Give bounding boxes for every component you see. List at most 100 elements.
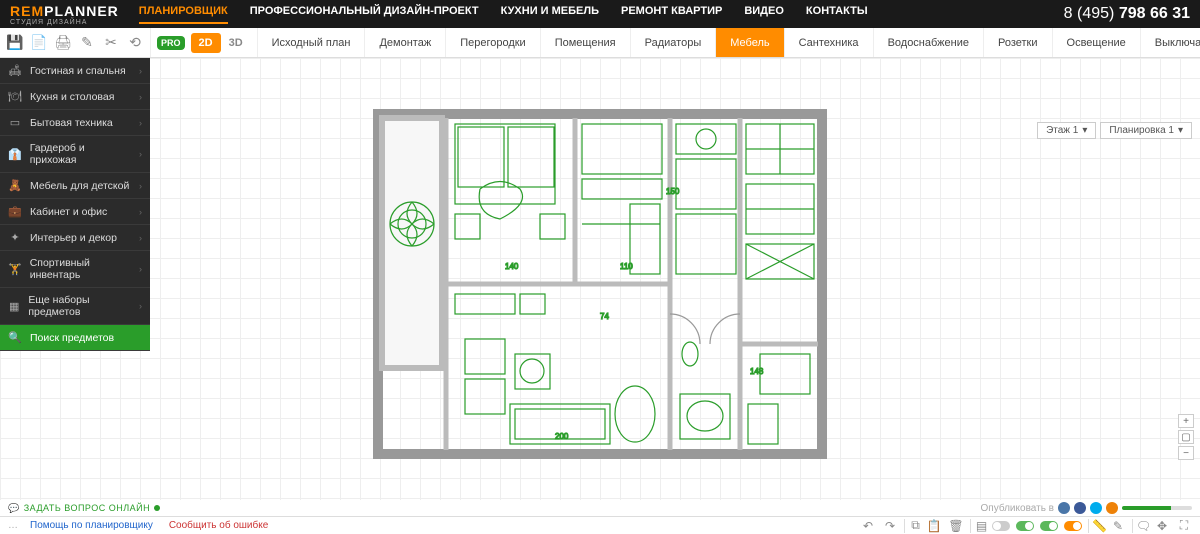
sidebar-item-sport[interactable]: 🏋 Спортивный инвентарь › [0, 251, 150, 288]
chevron-right-icon: › [139, 149, 142, 159]
chevron-down-icon: ▾ [1178, 125, 1183, 136]
sidebar-item-wardrobe[interactable]: 👔Гардероб и прихожая› [0, 136, 150, 173]
zoom-controls: + ▢ − [1178, 414, 1194, 460]
footer-tools: ↶ ↷ ⧉ 📋 🗑 ▤ 📏 ✎ 🗨 ✥ ⛶ [860, 519, 1192, 533]
save-icon[interactable]: 💾 [6, 34, 24, 52]
tab-furniture[interactable]: Мебель [716, 28, 784, 57]
tab-partitions[interactable]: Перегородки [446, 28, 541, 57]
svg-text:148: 148 [750, 367, 764, 376]
pencil-icon[interactable]: ✎ [1110, 519, 1126, 533]
sidebar-item-living[interactable]: 🛋 Гостиная и спальня › [0, 58, 150, 84]
canvas[interactable]: Этаж 1▾ Планировка 1▾ [0, 58, 1200, 500]
view-2d-button[interactable]: 2D [191, 33, 221, 53]
tab-switches[interactable]: Выключатели [1141, 28, 1200, 57]
main-menu: ПЛАНИРОВЩИК ПРОФЕССИОНАЛЬНЫЙ ДИЗАЙН-ПРОЕ… [139, 5, 868, 24]
move-icon[interactable]: ✥ [1154, 519, 1170, 533]
toggle-a[interactable] [992, 521, 1010, 531]
delete-icon[interactable]: 🗑 [948, 519, 964, 533]
top-nav: REMPLANNER СТУДИЯ ДИЗАЙНА ПЛАНИРОВЩИК ПР… [0, 0, 1200, 28]
nav-repair[interactable]: РЕМОНТ КВАРТИР [621, 5, 722, 24]
tool-c-icon[interactable]: ⟲ [126, 34, 144, 52]
note-icon[interactable]: 🗨 [1132, 519, 1148, 533]
online-dot-icon [154, 505, 160, 511]
sidebar-item-kitchen[interactable]: 🍽Кухня и столовая› [0, 84, 150, 110]
chevron-right-icon: › [139, 207, 142, 217]
grid-icon: ▦ [8, 300, 20, 313]
tool-b-icon[interactable]: ✂ [102, 34, 120, 52]
tab-lighting[interactable]: Освещение [1053, 28, 1141, 57]
floor-selector[interactable]: Этаж 1▾ [1037, 122, 1096, 139]
print-icon[interactable]: 🖨 [54, 34, 72, 52]
chevron-right-icon: › [139, 181, 142, 191]
toggle-c[interactable] [1040, 521, 1058, 531]
sofa-icon: 🛋 [8, 64, 22, 77]
tab-plumbing[interactable]: Сантехника [785, 28, 874, 57]
collapse-icon[interactable]: … [8, 520, 18, 531]
sidebar-item-label: Кабинет и офис [30, 206, 107, 218]
zoom-slider[interactable] [1122, 506, 1192, 510]
open-icon[interactable]: 📄 [30, 34, 48, 52]
floorplan[interactable]: 140 110 150 74 [370, 94, 830, 464]
tool-a-icon[interactable]: ✎ [78, 34, 96, 52]
sidebar-item-label: Бытовая техника [30, 117, 113, 129]
nav-design[interactable]: ПРОФЕССИОНАЛЬНЫЙ ДИЗАЙН-ПРОЕКТ [250, 5, 479, 24]
pro-badge[interactable]: PRO [157, 36, 185, 50]
chevron-right-icon: › [139, 264, 142, 274]
expand-icon[interactable]: ⛶ [1176, 519, 1192, 533]
tab-radiators[interactable]: Радиаторы [631, 28, 717, 57]
sidebar-item-label: Интерьер и декор [30, 232, 117, 244]
dumbbell-icon: 🏋 [8, 263, 22, 276]
sidebar-item-office[interactable]: 💼Кабинет и офис› [0, 199, 150, 225]
logo-text-b: PLANNER [44, 3, 119, 19]
tv-icon: ▭ [8, 116, 22, 129]
chevron-right-icon: › [139, 118, 142, 128]
logo-text-a: REM [10, 3, 44, 19]
layout-selector[interactable]: Планировка 1▾ [1100, 122, 1192, 139]
ask-online-button[interactable]: 💬ЗАДАТЬ ВОПРОС ОНЛАЙН [8, 503, 160, 514]
nav-video[interactable]: ВИДЕО [744, 5, 784, 24]
nav-kitchen[interactable]: КУХНИ И МЕБЕЛЬ [501, 5, 599, 24]
search-icon: 🔍 [8, 331, 22, 344]
view-tools: PRO 2D 3D [151, 28, 258, 57]
logo[interactable]: REMPLANNER СТУДИЯ ДИЗАЙНА [10, 3, 119, 26]
zoom-out-button[interactable]: − [1178, 446, 1194, 460]
twitter-icon[interactable] [1090, 502, 1102, 514]
sidebar-item-kids[interactable]: 🧸Мебель для детской› [0, 173, 150, 199]
nav-planner[interactable]: ПЛАНИРОВЩИК [139, 5, 228, 24]
svg-text:200: 200 [555, 432, 569, 441]
phone-number[interactable]: 8 (495) 798 66 31 [1064, 5, 1190, 23]
chevron-right-icon: › [139, 66, 142, 76]
view-3d-button[interactable]: 3D [221, 33, 251, 53]
help-link[interactable]: Помощь по планировщику [30, 520, 153, 531]
toggle-d[interactable] [1064, 521, 1082, 531]
tab-demolition[interactable]: Демонтаж [365, 28, 446, 57]
facebook-icon[interactable] [1074, 502, 1086, 514]
ruler-icon[interactable]: 📏 [1088, 519, 1104, 533]
sidebar-item-search[interactable]: 🔍Поиск предметов [0, 325, 150, 351]
sidebar-item-decor[interactable]: ✦Интерьер и декор› [0, 225, 150, 251]
undo-icon[interactable]: ↶ [860, 519, 876, 533]
sidebar-item-appliances[interactable]: ▭ Бытовая техника › [0, 110, 150, 136]
file-tools: 💾 📄 🖨 ✎ ✂ ⟲ [0, 28, 151, 57]
toggle-b[interactable] [1016, 521, 1034, 531]
tab-sockets[interactable]: Розетки [984, 28, 1053, 57]
copy-icon[interactable]: ⧉ [904, 519, 920, 533]
chat-icon: 💬 [8, 503, 20, 514]
tab-original[interactable]: Исходный план [258, 28, 366, 57]
layers-icon[interactable]: ▤ [970, 519, 986, 533]
zoom-fit-button[interactable]: ▢ [1178, 430, 1194, 444]
zoom-in-button[interactable]: + [1178, 414, 1194, 428]
report-link[interactable]: Сообщить об ошибке [169, 520, 268, 531]
ok-icon[interactable] [1106, 502, 1118, 514]
sidebar-item-more[interactable]: ▦Еще наборы предметов› [0, 288, 150, 325]
tab-rooms[interactable]: Помещения [541, 28, 631, 57]
tab-water[interactable]: Водоснабжение [874, 28, 984, 57]
redo-icon[interactable]: ↷ [882, 519, 898, 533]
paste-icon[interactable]: 📋 [926, 519, 942, 533]
sidebar-item-label: Гостиная и спальня [30, 65, 126, 77]
vk-icon[interactable] [1058, 502, 1070, 514]
logo-tagline: СТУДИЯ ДИЗАЙНА [10, 19, 119, 26]
nav-contacts[interactable]: КОНТАКТЫ [806, 5, 868, 24]
toolbar: 💾 📄 🖨 ✎ ✂ ⟲ PRO 2D 3D Исходный план Демо… [0, 28, 1200, 58]
sidebar-item-label: Спортивный инвентарь [30, 257, 131, 281]
